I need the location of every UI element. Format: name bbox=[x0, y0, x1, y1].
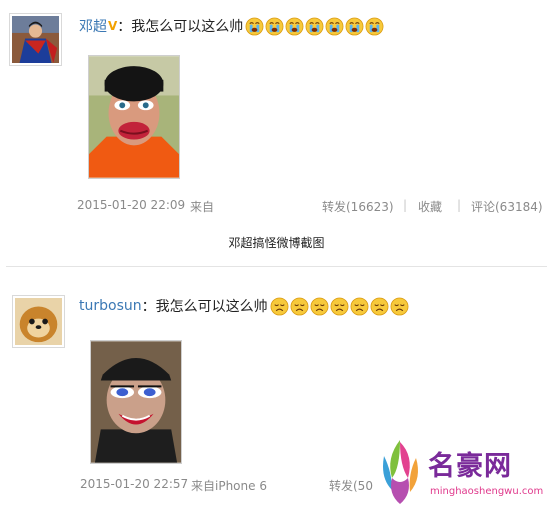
sad-face-emoji-icon bbox=[270, 297, 289, 316]
site-watermark-logo: 名豪网 minghaoshengwu.com bbox=[372, 438, 553, 511]
avatar-image bbox=[12, 16, 59, 63]
post-source: 来自iPhone 6 bbox=[191, 479, 267, 493]
username-link[interactable]: turbosun bbox=[79, 298, 142, 314]
username-link[interactable]: 邓超 bbox=[79, 16, 107, 36]
crying-face-emoji-icon bbox=[285, 17, 304, 36]
weibo-post-1: 邓超 V ： 我怎么可以这么帅 2015-01-20 22:09 来自 转发(1… bbox=[0, 0, 553, 225]
emoji-row bbox=[270, 297, 410, 316]
sad-face-emoji-icon bbox=[290, 297, 309, 316]
crying-face-emoji-icon bbox=[325, 17, 344, 36]
colon: ： bbox=[117, 19, 132, 35]
crying-face-emoji-icon bbox=[245, 17, 264, 36]
avatar-image bbox=[15, 298, 62, 345]
sad-face-emoji-icon bbox=[350, 297, 369, 316]
avatar[interactable] bbox=[12, 295, 65, 348]
photo-image bbox=[91, 341, 181, 463]
avatar[interactable] bbox=[9, 13, 62, 66]
leaf-face-logo-icon bbox=[383, 440, 418, 504]
crying-face-emoji-icon bbox=[365, 17, 384, 36]
repost-button[interactable]: 转发(16623) bbox=[322, 198, 394, 215]
site-name: 名豪网 bbox=[428, 451, 512, 482]
photo-image bbox=[89, 56, 179, 178]
divider-bar: | bbox=[403, 198, 408, 212]
post-header: turbosun ： 我怎么可以这么帅 bbox=[79, 296, 410, 316]
sad-face-emoji-icon bbox=[370, 297, 389, 316]
favorite-button[interactable]: 收藏 bbox=[418, 198, 442, 215]
sad-face-emoji-icon bbox=[330, 297, 349, 316]
repost-button[interactable]: 转发(50 bbox=[329, 477, 373, 494]
post-timestamp[interactable]: 2015-01-20 22:09 bbox=[77, 198, 185, 212]
emoji-row bbox=[245, 17, 385, 36]
crying-face-emoji-icon bbox=[345, 17, 364, 36]
post-text: 我怎么可以这么帅 bbox=[131, 19, 244, 35]
divider-bar: | bbox=[457, 198, 462, 212]
crying-face-emoji-icon bbox=[305, 17, 324, 36]
post-photo[interactable] bbox=[90, 340, 182, 464]
image-caption: 邓超搞怪微博截图 bbox=[228, 236, 325, 250]
post-timestamp[interactable]: 2015-01-20 22:57 bbox=[80, 477, 188, 491]
post-text: 我怎么可以这么帅 bbox=[155, 299, 268, 315]
sad-face-emoji-icon bbox=[310, 297, 329, 316]
section-divider bbox=[6, 266, 547, 267]
site-url: minghaoshengwu.com bbox=[430, 486, 544, 497]
sad-face-emoji-icon bbox=[390, 297, 409, 316]
post-photo[interactable] bbox=[88, 55, 180, 179]
crying-face-emoji-icon bbox=[265, 17, 284, 36]
verified-badge-icon: V bbox=[108, 19, 118, 33]
comment-button[interactable]: 评论(63184) bbox=[471, 198, 543, 215]
post-header: 邓超 V ： 我怎么可以这么帅 bbox=[79, 16, 385, 36]
post-source: 来自 bbox=[190, 200, 215, 214]
colon: ： bbox=[141, 299, 156, 315]
